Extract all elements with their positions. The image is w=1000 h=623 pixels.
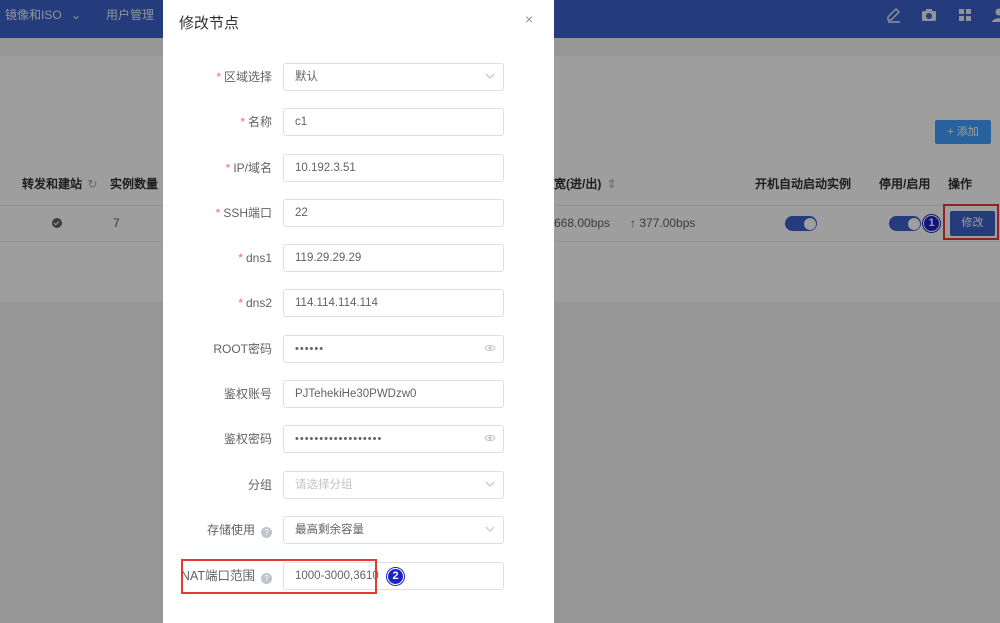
form-label: 鉴权密码 [223, 432, 272, 446]
dns1-input[interactable]: 119.29.29.29 [283, 244, 504, 272]
group-select-placeholder: 请选择分组 [295, 479, 353, 491]
ssh-port-input[interactable]: 22 [283, 199, 504, 227]
form-label: * IP/域名 [225, 161, 272, 175]
form-row-dns2: * dns2 114.114.114.114 [163, 289, 554, 317]
form-row-auth-account: 鉴权账号 PJTehekiHe30PWDzw0 [163, 380, 554, 408]
form-row-region: * 区域选择 默认 [163, 63, 554, 91]
edit-node-dialog: 修改节点 × * 区域选择 默认 * 名称 c1 * IP/域名 10.192.3.5… [163, 0, 554, 623]
step-marker-2: 2 [387, 568, 404, 585]
form-label: * SSH端口 [215, 206, 272, 220]
highlight-box-nat [181, 559, 377, 594]
form-row-auth-password: 鉴权密码 •••••••••••••••••• [163, 425, 554, 453]
form-row-group: 分组 请选择分组 [163, 471, 554, 499]
dns2-input[interactable]: 114.114.114.114 [283, 289, 504, 317]
storage-select[interactable]: 最高剩余容量 [283, 516, 504, 544]
region-select-value: 默认 [295, 71, 318, 83]
root-password-input[interactable]: •••••• [283, 335, 504, 363]
root-password-value: •••••• [295, 343, 325, 355]
eye-icon[interactable] [484, 336, 496, 362]
form-label: * 名称 [240, 115, 272, 129]
form-label: 分组 [247, 478, 272, 492]
help-icon[interactable]: ? [261, 527, 272, 538]
dialog-title: 修改节点 [179, 15, 240, 32]
form-row-dns1: * dns1 119.29.29.29 [163, 244, 554, 272]
form-row-root-password: ROOT密码 •••••• [163, 335, 554, 363]
ip-domain-input[interactable]: 10.192.3.51 [283, 154, 504, 182]
form-row-name: * 名称 c1 [163, 108, 554, 136]
chevron-down-icon [484, 472, 496, 498]
form-label: 鉴权账号 [223, 387, 272, 401]
form-label: 存储使用? [207, 516, 272, 544]
eye-icon[interactable] [484, 426, 496, 452]
form-label: * 区域选择 [216, 70, 272, 84]
auth-account-input[interactable]: PJTehekiHe30PWDzw0 [283, 380, 504, 408]
chevron-down-icon [484, 64, 496, 90]
close-icon[interactable]: × [525, 11, 533, 27]
auth-password-input[interactable]: •••••••••••••••••• [283, 425, 504, 453]
storage-select-value: 最高剩余容量 [295, 524, 364, 536]
chevron-down-icon [484, 517, 496, 543]
form-row-ssh-port: * SSH端口 22 [163, 199, 554, 227]
auth-password-value: •••••••••••••••••• [295, 433, 383, 445]
form-row-ip: * IP/域名 10.192.3.51 [163, 154, 554, 182]
name-input[interactable]: c1 [283, 108, 504, 136]
group-select[interactable]: 请选择分组 [283, 471, 504, 499]
region-select[interactable]: 默认 [283, 63, 504, 91]
form-label: * dns2 [238, 296, 272, 310]
form-row-storage: 存储使用? 最高剩余容量 [163, 516, 554, 544]
form-label: * dns1 [238, 251, 272, 265]
form-label: ROOT密码 [213, 342, 272, 356]
